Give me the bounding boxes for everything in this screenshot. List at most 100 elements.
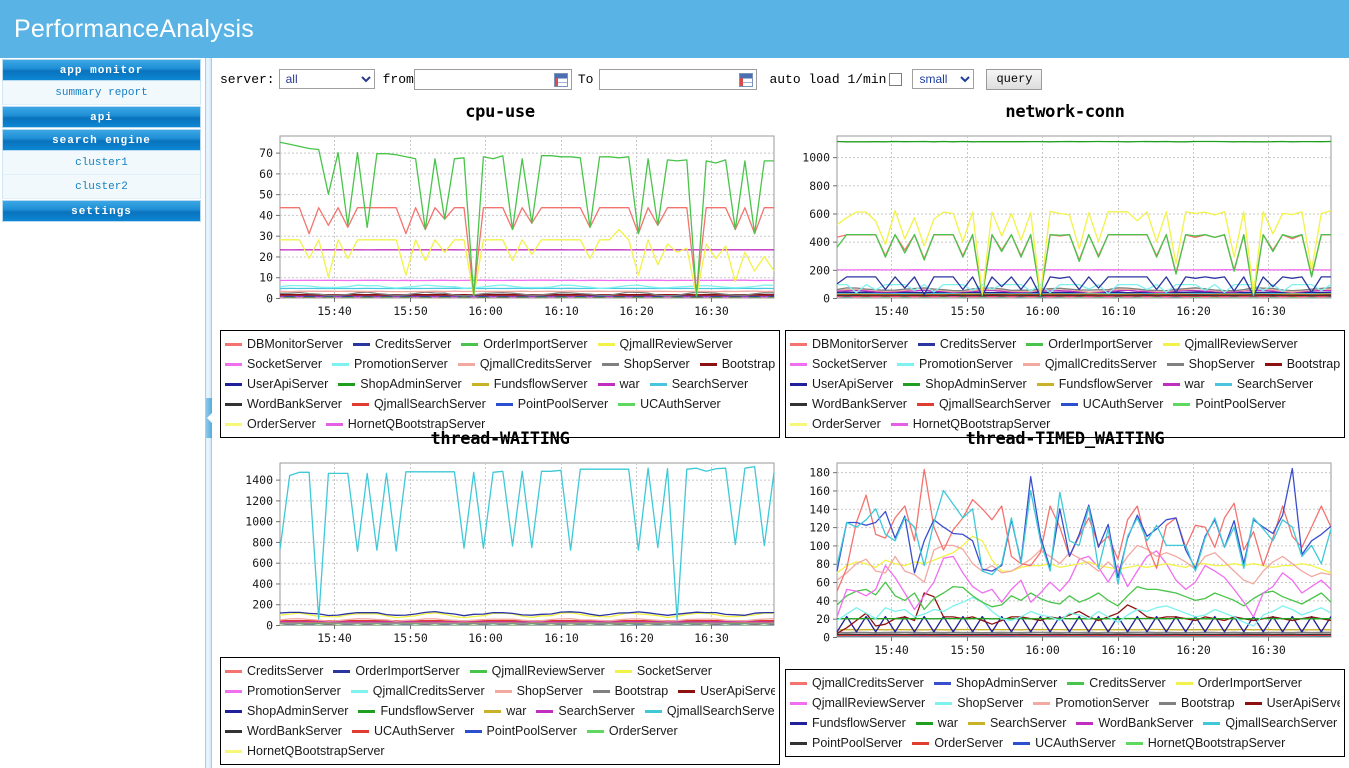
sidebar-group-header-search-engine[interactable]: search engine [2,129,201,151]
server-select[interactable]: all [278,69,375,89]
legend-item[interactable]: Bootstrap [1264,357,1340,371]
legend-item[interactable]: war [484,704,526,718]
sidebar-group-header-settings[interactable]: settings [2,200,201,222]
legend-item[interactable]: UCAuthServer [1013,736,1116,750]
plot-area-thread-TIMED_WAITING[interactable]: 0 20 40 60 80 100 120 140 160 180 15:40 15:50 16:00 1… [791,453,1345,663]
legend-color-swatch [225,709,242,713]
legend-item[interactable]: QjmallCreditsServer [457,357,592,371]
legend-item[interactable]: SocketServer [790,357,887,371]
legend-item[interactable]: SearchServer [649,377,748,391]
legend-item[interactable]: OrderImportServer [1175,676,1302,690]
legend-item[interactable]: ShopAdminServer [903,377,1027,391]
svg-text:600: 600 [809,207,830,221]
sidebar-group-header-app-monitor[interactable]: app monitor [2,59,201,81]
legend-item[interactable]: HornetQBootstrapServer [225,744,385,758]
query-button[interactable]: query [986,68,1043,90]
legend-item[interactable]: Bootstrap [592,684,668,698]
legend-item[interactable]: QjmallCreditsServer [350,684,485,698]
autoload-checkbox[interactable] [889,72,903,86]
from-date-input[interactable] [414,69,553,89]
legend-item[interactable]: PointPoolServer [790,736,902,750]
legend-item[interactable]: HornetQBootstrapServer [1125,736,1285,750]
legend-item[interactable]: QjmallReviewServer [1162,337,1298,351]
legend-item[interactable]: OrderServer [586,724,678,738]
legend-item[interactable]: ShopServer [1166,357,1255,371]
plot-area-cpu-use[interactable]: 0 10 20 30 40 50 60 70 15:40 15:50 16:00 16:10 16:20… [234,126,780,324]
legend-item[interactable]: PromotionServer [897,357,1013,371]
legend-item[interactable]: QjmallCreditsServer [790,676,924,690]
legend-item[interactable]: Bootstrap [699,357,775,371]
plot-area-thread-WAITING[interactable]: 0 200 400 600 800 1000 1200 1400 15:40 15:50 16:00… [234,453,780,651]
legend-item[interactable]: PointPoolServer [464,724,577,738]
legend-item[interactable]: QjmallCreditsServer [1022,357,1157,371]
legend-item[interactable]: FundsflowServer [471,377,588,391]
legend-item[interactable]: UserApiServer [678,684,775,698]
legend-item[interactable]: PointPoolServer [1173,397,1286,411]
legend-item[interactable]: QjmallSearchServer [1203,716,1337,730]
legend-item[interactable]: FundsflowServer [790,716,906,730]
legend-item[interactable]: CreditsServer [1067,676,1166,690]
legend-item[interactable]: OrderImportServer [461,337,588,351]
legend-item[interactable]: SocketServer [614,664,712,678]
sidebar-group: api [0,106,205,128]
legend-item[interactable]: CreditsServer [225,664,323,678]
legend-item[interactable]: ShopAdminServer [933,676,1057,690]
to-date-input[interactable] [600,69,739,89]
legend-item[interactable]: DBMonitorServer [225,337,343,351]
legend-item[interactable]: OrderImportServer [333,664,460,678]
legend-item[interactable]: UserApiServer [225,377,328,391]
legend-item[interactable]: UCAuthServer [618,397,721,411]
legend-item[interactable]: WordBankServer [790,397,907,411]
legend-item[interactable]: QjmallSearchServer [351,397,486,411]
legend-item[interactable]: OrderServer [912,736,1003,750]
legend-item[interactable]: Bootstrap [1159,696,1235,710]
legend-item[interactable]: DBMonitorServer [790,337,908,351]
legend-item[interactable]: QjmallReviewServer [790,696,925,710]
legend-item[interactable]: OrderImportServer [1026,337,1153,351]
legend-item[interactable]: WordBankServer [225,397,342,411]
legend-item[interactable]: UserApiServer [1244,696,1340,710]
legend-item[interactable]: war [597,377,640,391]
sidebar-item-cluster1[interactable]: cluster1 [2,151,201,175]
sidebar-item-cluster2[interactable]: cluster2 [2,175,201,199]
legend-item[interactable]: CreditsServer [352,337,451,351]
legend-item[interactable]: QjmallReviewServer [597,337,733,351]
legend-item[interactable]: QjmallReviewServer [469,664,605,678]
to-date-box[interactable] [599,68,758,90]
legend-item[interactable]: SearchServer [1214,377,1313,391]
legend-item[interactable]: QjmallSearchServer [644,704,775,718]
legend-item[interactable]: UCAuthServer [351,724,455,738]
sidebar-splitter[interactable] [205,58,213,768]
legend-item[interactable]: ShopAdminServer [225,704,348,718]
sidebar-item-summary-report[interactable]: summary report [2,81,201,105]
calendar-icon[interactable] [739,72,754,87]
size-select[interactable]: small [912,69,975,89]
legend-item[interactable]: SearchServer [536,704,635,718]
legend-item[interactable]: ShopAdminServer [338,377,462,391]
plot-area-network-conn[interactable]: 0 200 400 600 800 1000 15:40 15:50 16:00 16:10 16:… [791,126,1345,324]
legend-item[interactable]: ShopServer [601,357,690,371]
legend-item[interactable]: ShopServer [935,696,1023,710]
legend-item[interactable]: PromotionServer [1033,696,1149,710]
legend-item[interactable]: QjmallSearchServer [916,397,1051,411]
legend-item[interactable]: war [915,716,958,730]
legend-item[interactable]: UCAuthServer [1060,397,1163,411]
legend-item[interactable]: PointPoolServer [495,397,608,411]
legend-item[interactable]: SearchServer [967,716,1066,730]
legend-item[interactable]: WordBankServer [1076,716,1193,730]
legend-item[interactable]: war [1162,377,1205,391]
legend-item[interactable]: FundsflowServer [358,704,474,718]
legend-item[interactable]: PromotionServer [332,357,448,371]
svg-text:16:00: 16:00 [468,304,503,318]
sidebar-group-header-api[interactable]: api [2,106,201,128]
svg-text:600: 600 [252,556,273,570]
calendar-icon[interactable] [553,72,568,87]
from-date-box[interactable] [413,68,572,90]
legend-item[interactable]: WordBankServer [225,724,342,738]
legend-item[interactable]: CreditsServer [917,337,1016,351]
legend-item[interactable]: SocketServer [225,357,322,371]
legend-item[interactable]: PromotionServer [225,684,341,698]
legend-item[interactable]: ShopServer [494,684,583,698]
legend-item[interactable]: UserApiServer [790,377,893,391]
legend-item[interactable]: FundsflowServer [1036,377,1153,391]
